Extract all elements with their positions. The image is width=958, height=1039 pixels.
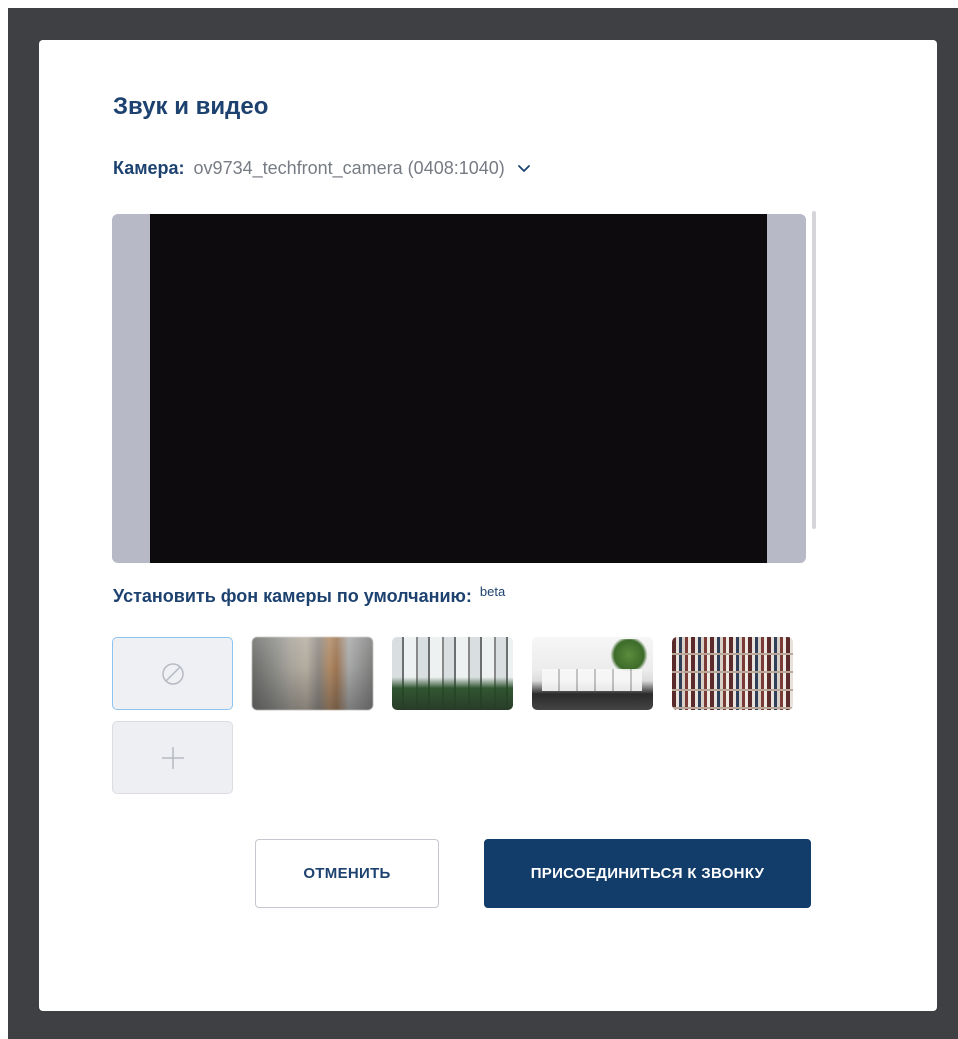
background-option-bookshelf[interactable]	[672, 637, 793, 710]
camera-selected-value: ov9734_techfront_camera (0408:1040)	[193, 157, 505, 178]
background-label: Установить фон камеры по умолчанию: beta	[113, 584, 506, 607]
chevron-down-icon	[517, 165, 530, 172]
background-option-office-2[interactable]	[532, 637, 653, 710]
background-label-text: Установить фон камеры по умолчанию:	[113, 586, 472, 606]
cancel-button[interactable]: ОТМЕНИТЬ	[255, 839, 439, 908]
camera-label: Камера:	[113, 157, 185, 178]
camera-preview	[112, 214, 806, 563]
background-option-blur[interactable]	[252, 637, 373, 710]
beta-badge: beta	[479, 584, 506, 599]
scrollbar[interactable]	[812, 211, 816, 529]
camera-preview-video	[150, 214, 767, 563]
camera-select[interactable]: ov9734_techfront_camera (0408:1040)	[194, 158, 531, 179]
add-background-button[interactable]	[112, 721, 233, 794]
no-background-icon	[161, 662, 184, 685]
background-option-none[interactable]	[112, 637, 233, 710]
plus-icon	[161, 746, 184, 769]
join-call-button[interactable]: ПРИСОЕДИНИТЬСЯ К ЗВОНКУ	[484, 839, 811, 908]
camera-row: Камера: ov9734_techfront_camera (0408:10…	[113, 156, 531, 180]
background-option-office-1[interactable]	[392, 637, 513, 710]
dialog-title: Звук и видео	[113, 93, 269, 120]
